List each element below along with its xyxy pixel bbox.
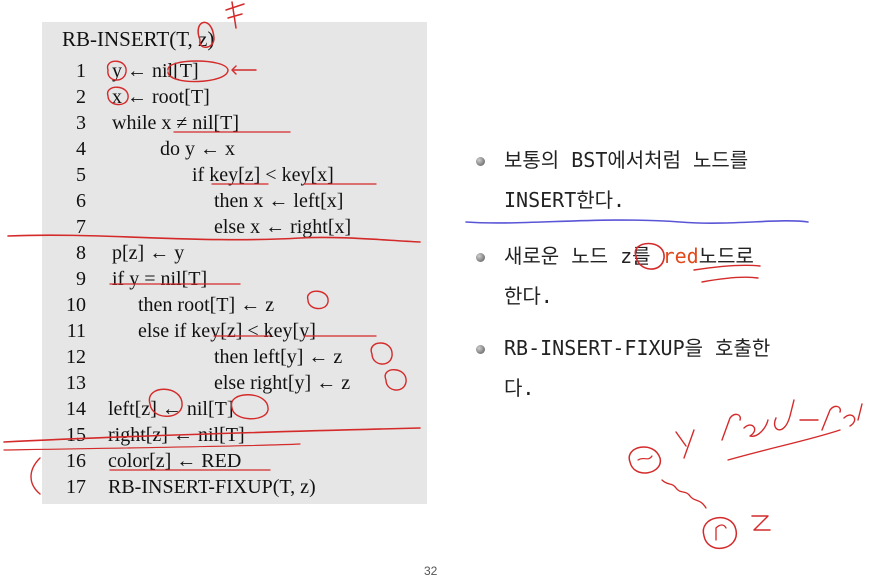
code-statement: x ← root[T] — [112, 86, 210, 108]
code-line: 7 else x ← right[x] — [0, 216, 430, 240]
blue-wavy-underline — [465, 219, 809, 224]
line-number: 16 — [66, 450, 86, 472]
code-statement: then root[T] ← z — [138, 294, 275, 316]
code-statement: then left[y] ← z — [214, 346, 343, 368]
annotation-z — [751, 515, 771, 531]
code-line: 3 while x ≠ nil[T] — [0, 112, 430, 136]
line-number: 3 — [76, 112, 86, 134]
bullet-dot-icon — [476, 157, 485, 166]
code-statement: then x ← left[x] — [214, 190, 344, 212]
bullet-dot-icon — [476, 345, 485, 354]
code-line: 4 do y ← x — [0, 138, 430, 162]
pseudocode-title: RB-INSERT(T, z) — [62, 27, 215, 51]
code-statement: while x ≠ nil[T] — [112, 112, 240, 134]
code-line: 1 y ← nil[T] — [0, 60, 430, 84]
underline-mark — [727, 429, 841, 461]
annotation-y — [675, 429, 695, 459]
code-line: 6 then x ← left[x] — [0, 190, 430, 214]
code-statement: else x ← right[x] — [214, 216, 352, 238]
line-number: 4 — [76, 138, 86, 160]
code-line: 5 if key[z] < key[x] — [0, 164, 430, 188]
code-statement: if key[z] < key[x] — [192, 164, 334, 186]
bullet-text: RB-INSERT-FIXUP을 호출한 다. — [504, 336, 771, 400]
code-line: 15 right[z] ← nil[T] — [0, 424, 430, 448]
line-number: 5 — [76, 164, 86, 186]
line-number: 9 — [76, 268, 86, 290]
node-circle — [628, 446, 661, 474]
code-statement: else right[y] ← z — [214, 372, 351, 394]
code-statement: do y ← x — [160, 138, 235, 160]
code-statement: RB-INSERT-FIXUP(T, z) — [108, 476, 316, 498]
code-line: 14 left[z] ← nil[T] — [0, 398, 430, 422]
code-statement: y ← nil[T] — [112, 60, 199, 82]
line-number: 17 — [66, 476, 86, 498]
bullet-dot-icon — [476, 253, 485, 262]
code-statement: right[z] ← nil[T] — [108, 424, 245, 446]
line-number: 7 — [76, 216, 86, 238]
bullet-text: 새로운 노드 z를 red노드로 한다. — [504, 236, 754, 316]
bullet-text-pre: 새로운 노드 z를 — [504, 244, 663, 268]
node-label-bf — [637, 455, 653, 461]
line-number: 12 — [66, 346, 86, 368]
node-circle — [702, 516, 737, 550]
code-line: 12 then left[y] ← z — [0, 346, 430, 370]
page-number: 32 — [424, 564, 438, 578]
line-number: 6 — [76, 190, 86, 212]
edge-squiggle — [661, 479, 707, 509]
bullet-text: 보통의 BST에서처럼 노드를 INSERT한다. — [504, 148, 749, 212]
code-statement: color[z] ← RED — [108, 450, 242, 472]
line-number: 15 — [66, 424, 86, 446]
line-number: 1 — [76, 60, 86, 82]
line-number: 14 — [66, 398, 86, 420]
code-line: 16 color[z] ← RED — [0, 450, 430, 474]
line-number: 2 — [76, 86, 86, 108]
line-number: 13 — [66, 372, 86, 394]
code-line: 13 else right[y] ← z — [0, 372, 430, 396]
line-number: 10 — [66, 294, 86, 316]
code-statement: if y = nil[T] — [112, 268, 208, 290]
node-label-r — [715, 524, 727, 541]
code-statement: p[z] ← y — [112, 242, 185, 264]
code-statement: left[z] ← nil[T] — [108, 398, 234, 420]
line-number: 8 — [76, 242, 86, 264]
highlight-red-word: red — [662, 244, 699, 268]
code-line: 17 RB-INSERT-FIXUP(T, z) — [0, 476, 430, 500]
code-line: 10 then root[T] ← z — [0, 294, 430, 318]
code-statement: else if key[z] < key[y] — [138, 320, 316, 342]
code-line: 9 if y = nil[T] — [0, 268, 430, 292]
line-number: 11 — [66, 320, 86, 342]
code-line: 8 p[z] ← y — [0, 242, 430, 266]
code-line: 11 else if key[z] < key[y] — [0, 320, 430, 344]
code-line: 2 x ← root[T] — [0, 86, 430, 110]
